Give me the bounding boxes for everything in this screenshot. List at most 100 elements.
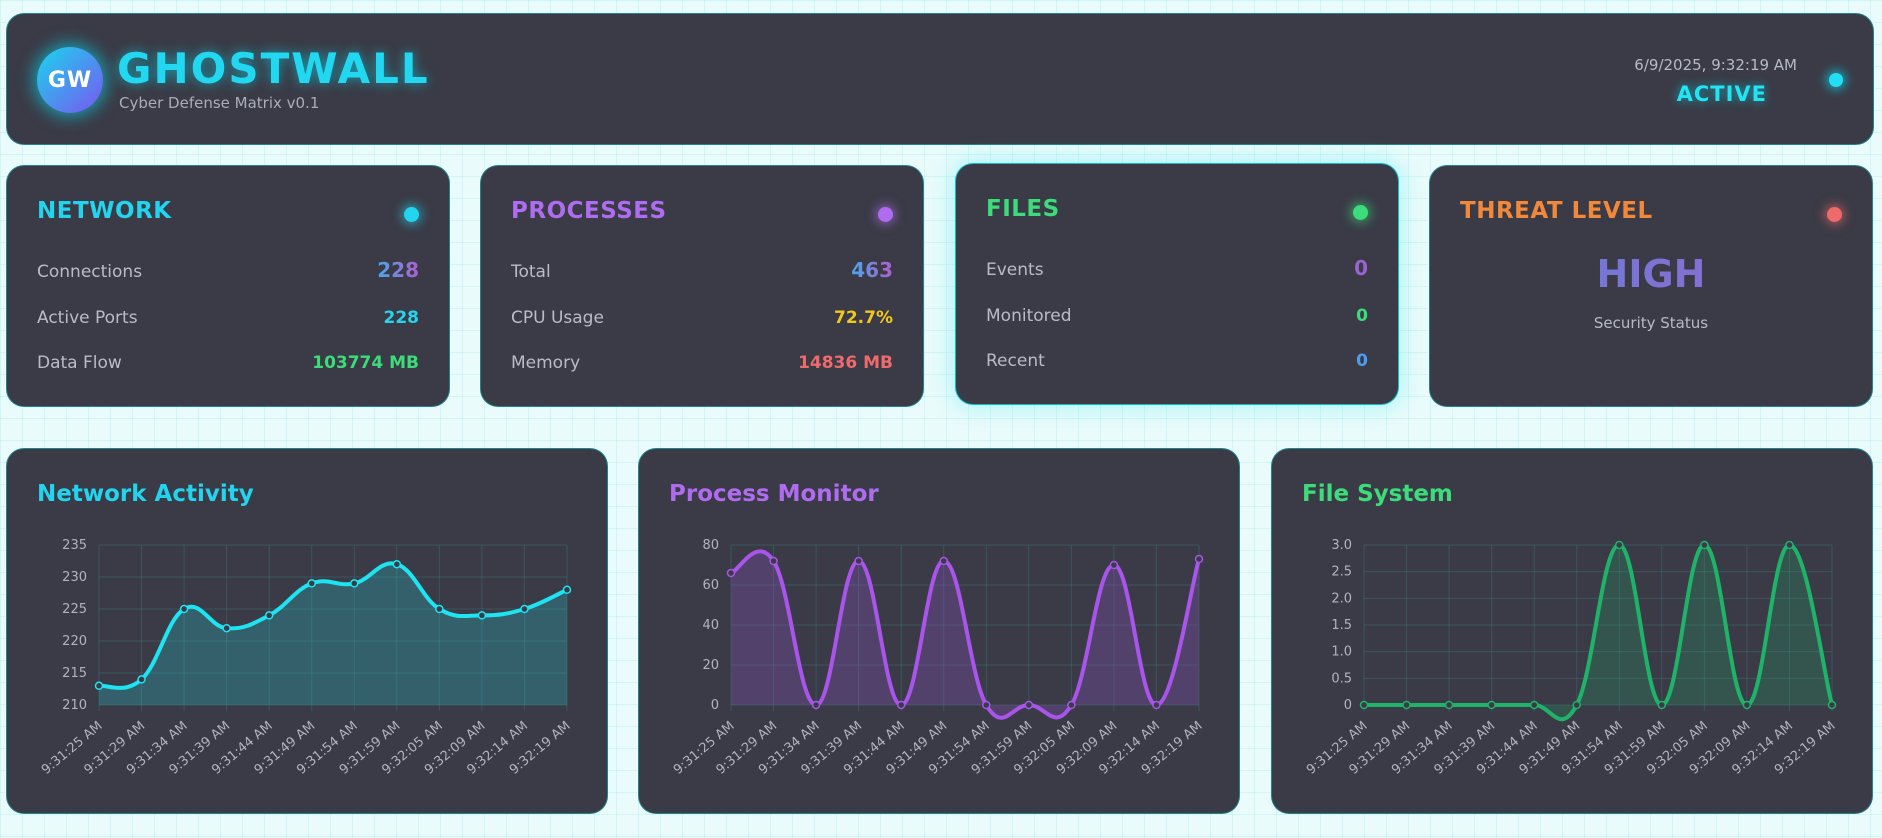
files-row-events: Events 0 [986,256,1368,280]
data-point [392,559,402,569]
process-monitor-panel: Process Monitor 80 60 40 20 0 9:31:25 AM 9:31:… [638,448,1240,814]
processes-cpu-value: 72.7% [834,308,893,328]
data-point [1194,554,1204,564]
processes-status-dot-icon [878,207,893,222]
network-data-flow-label: Data Flow [37,353,122,373]
data-point [222,623,231,633]
y-tick-label: 210 [62,698,87,713]
data-point [939,556,948,566]
data-point [726,568,736,578]
data-point [811,700,821,710]
network-row-connections: Connections 228 [37,258,419,282]
series-area [1364,545,1832,720]
y-tick-label: 0 [1344,698,1352,713]
process-monitor-chart: 8060402009:31:25 AM9:31:29 AM9:31:34 AM9… [671,538,1206,778]
data-point [307,579,316,588]
data-point [1657,700,1667,710]
processes-total-label: Total [511,262,551,282]
y-tick-label: 225 [62,602,87,617]
series-area [731,551,1199,718]
data-point [179,604,189,614]
threat-level-card: THREAT LEVEL HIGH Security Status [1429,165,1873,407]
series-area [99,563,567,705]
current-datetime: 6/9/2025, 9:32:19 AM [1634,56,1797,74]
y-tick-label: 215 [62,666,87,681]
files-row-recent: Recent 0 [986,351,1368,371]
y-tick-label: 60 [702,578,719,593]
network-status-dot-icon [404,207,419,222]
files-events-value: 0 [1354,256,1368,280]
network-connections-value: 228 [377,258,419,282]
status-indicator-icon [1829,73,1843,87]
data-point [896,700,906,710]
processes-cpu-label: CPU Usage [511,308,604,328]
data-point [1742,700,1752,710]
y-tick-label: 220 [62,634,87,649]
files-monitored-label: Monitored [986,306,1072,326]
data-point [94,681,104,691]
threat-level-value: HIGH [1430,252,1872,296]
processes-row-cpu: CPU Usage 72.7% [511,308,893,328]
files-row-monitored: Monitored 0 [986,306,1368,326]
file-system-panel: File System 3.0 2.5 2.0 1.5 1.0 0.5 0 9:31:25 A… [1271,448,1873,814]
network-data-flow-value: 103774 MB [312,353,419,373]
data-point [435,604,444,614]
data-point [350,579,359,588]
processes-memory-label: Memory [511,353,581,373]
processes-row-total: Total 463 [511,258,893,282]
data-point [1152,700,1161,710]
data-point [477,611,487,620]
data-point [1067,700,1076,710]
y-tick-label: 2.0 [1331,591,1352,606]
network-active-ports-value: 228 [383,308,420,328]
logo-icon: GW [37,47,103,113]
network-card: NETWORK Connections 228 Active Ports 228… [6,165,450,407]
header-panel: GW GHOSTWALL Cyber Defense Matrix v0.1 6… [6,13,1874,145]
data-point [1700,540,1709,550]
y-tick-label: 0.5 [1331,671,1352,686]
network-row-data-flow: Data Flow 103774 MB [37,353,419,373]
data-point [1444,700,1454,710]
y-tick-label: 235 [62,538,87,553]
data-point [1487,700,1496,710]
processes-row-memory: Memory 14836 MB [511,353,893,373]
files-card-title: FILES [986,196,1060,222]
processes-card-title: PROCESSES [511,198,667,224]
files-events-label: Events [986,260,1044,280]
y-tick-label: 230 [62,570,87,585]
y-tick-label: 0 [711,698,719,713]
app-subtitle: Cyber Defense Matrix v0.1 [119,94,320,112]
y-tick-label: 3.0 [1331,538,1352,553]
threat-status-dot-icon [1827,207,1842,222]
files-recent-value: 0 [1356,351,1368,371]
app-title: GHOSTWALL [117,44,430,93]
data-point [1827,700,1837,710]
network-active-ports-label: Active Ports [37,308,138,328]
network-activity-panel: Network Activity 235 230 225 220 215 210 9:31:… [6,448,608,814]
data-point [520,604,529,614]
network-activity-chart: 2352302252202152109:31:25 AM9:31:29 AM9:… [39,538,574,778]
files-recent-label: Recent [986,351,1045,371]
processes-card: PROCESSES Total 463 CPU Usage 72.7% Memo… [480,165,924,407]
y-tick-label: 80 [702,538,719,553]
data-point [1402,700,1411,710]
data-point [1572,700,1581,710]
data-point [769,556,778,566]
threat-level-subtitle: Security Status [1593,314,1709,332]
data-point [264,611,274,620]
data-point [982,700,991,710]
file-system-chart: 3.02.52.01.51.00.509:31:25 AM9:31:29 AM9… [1304,538,1839,778]
y-tick-label: 1.5 [1331,618,1352,633]
data-point [1615,540,1624,550]
y-tick-label: 2.5 [1331,565,1352,580]
data-point [1024,700,1034,710]
data-point [1529,700,1539,710]
y-tick-label: 40 [702,618,719,633]
data-point [1785,540,1794,550]
data-point [854,556,863,566]
files-card: FILES Events 0 Monitored 0 Recent 0 [955,163,1399,405]
data-point [1359,700,1369,710]
data-point [137,675,146,684]
y-tick-label: 20 [702,658,719,673]
threat-card-title: THREAT LEVEL [1460,198,1653,224]
